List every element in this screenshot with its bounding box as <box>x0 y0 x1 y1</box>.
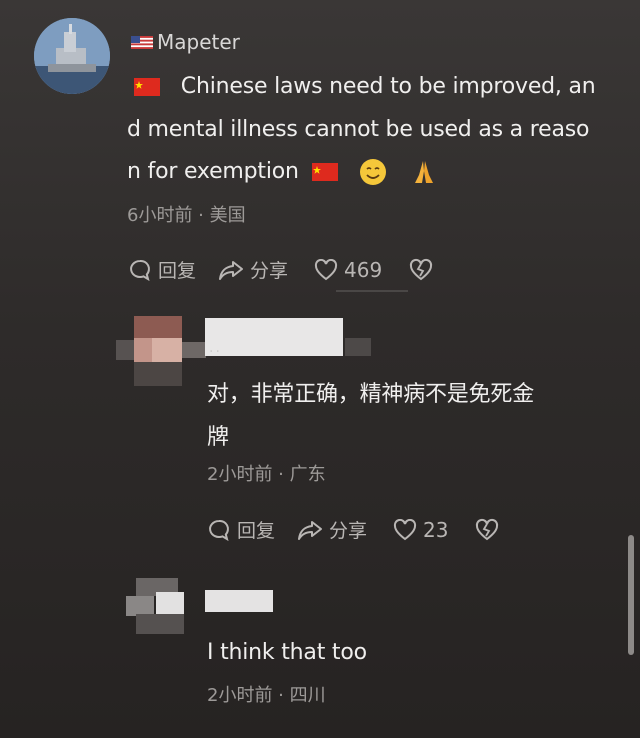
dislike-button[interactable] <box>408 258 434 282</box>
avatar[interactable] <box>34 18 110 94</box>
comment-text-line: d mental illness cannot be used as a rea… <box>127 117 590 142</box>
reply-text-line: 牌 <box>207 425 229 450</box>
comment-meta: 6小时前 · 美国 <box>127 205 246 226</box>
broken-heart-icon <box>476 518 499 540</box>
reply-button[interactable]: 回复 <box>128 256 196 283</box>
reply-text-line: 对，非常正确，精神病不是免死金 <box>207 382 535 407</box>
pray-emoji-icon <box>415 161 434 183</box>
username-text: Mapeter <box>157 30 240 54</box>
share-button[interactable]: 分享 <box>218 256 288 283</box>
username-redacted <box>205 318 343 356</box>
avatar[interactable] <box>116 578 206 636</box>
comment-actions: 回复 分享 469 <box>128 256 434 283</box>
like-button[interactable]: 469 <box>314 258 382 282</box>
comment-text-line: n for exemption <box>127 157 439 187</box>
smile-emoji-icon <box>360 159 387 185</box>
share-icon <box>298 520 323 540</box>
reply-actions: 回复 分享 23 <box>207 516 500 543</box>
like-underline <box>336 290 408 292</box>
heart-icon <box>393 518 417 540</box>
comment-icon <box>209 519 229 541</box>
dislike-button[interactable] <box>474 518 500 542</box>
username[interactable]: Mapeter <box>131 30 240 54</box>
heart-icon <box>314 258 338 280</box>
china-flag-icon <box>311 163 338 181</box>
reply-text-line: I think that too <box>207 640 367 665</box>
comment-icon <box>130 259 150 281</box>
reply-button[interactable]: 回复 <box>207 516 275 543</box>
reply-meta: 2小时前 · 四川 <box>207 685 326 706</box>
broken-heart-icon <box>410 258 433 280</box>
us-flag-icon <box>131 35 153 49</box>
reply-meta: 2小时前 · 广东 <box>207 464 326 485</box>
avatar[interactable] <box>116 316 206 386</box>
share-icon <box>219 260 244 280</box>
scrollbar[interactable] <box>628 535 634 655</box>
like-button[interactable]: 23 <box>393 518 448 542</box>
redaction-pixel <box>345 338 371 356</box>
china-flag-icon <box>134 78 160 96</box>
comment-text-line: Chinese laws need to be improved, an <box>134 74 596 99</box>
username[interactable]: .. <box>209 340 222 356</box>
username-redacted <box>205 590 273 612</box>
share-button[interactable]: 分享 <box>297 516 367 543</box>
